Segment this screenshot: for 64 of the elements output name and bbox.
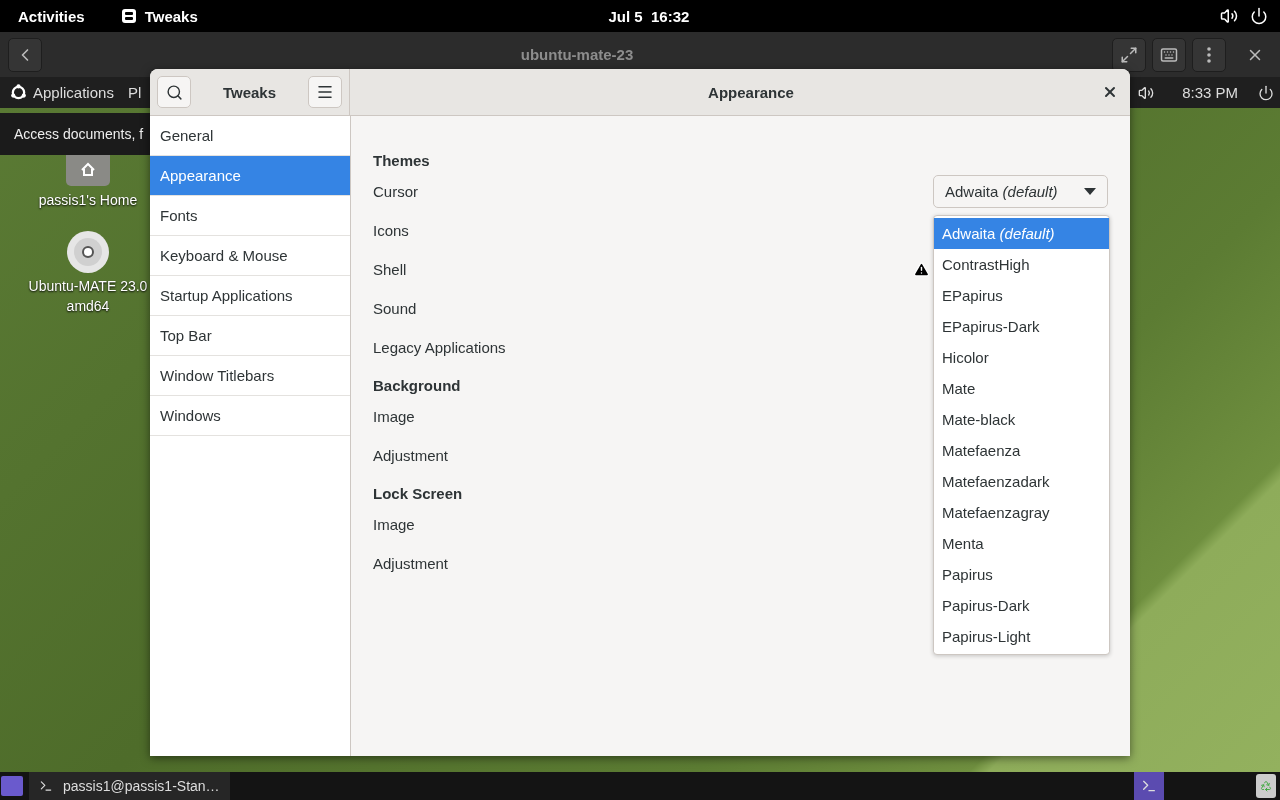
app-icon — [120, 8, 137, 24]
menu-item[interactable]: Matefaenzagray — [934, 497, 1109, 528]
setting-label: Adjustment — [373, 555, 449, 572]
menu-item[interactable]: Hicolor — [934, 342, 1109, 373]
menu-logo-icon — [10, 84, 27, 101]
setting-label: Sound — [373, 300, 417, 317]
menu-item[interactable]: Papirus — [934, 559, 1109, 590]
menu-item[interactable]: EPapirus — [934, 280, 1109, 311]
setting-label: Image — [373, 516, 415, 533]
close-icon — [1102, 84, 1118, 100]
disc-icon[interactable] — [66, 230, 110, 274]
power-icon[interactable] — [1258, 84, 1274, 101]
setting-label: Legacy Applications — [373, 339, 506, 356]
search-icon — [165, 83, 183, 101]
terminal-button[interactable] — [1134, 772, 1164, 800]
keyboard-button[interactable] — [1152, 37, 1186, 72]
clock[interactable]: Jul 5 16:32 — [197, 7, 1220, 25]
warning-icon — [913, 261, 930, 278]
panel-menu[interactable]: Pl — [127, 84, 142, 101]
setting-label: Cursor — [373, 183, 418, 200]
section-title: Lock Screen — [373, 483, 463, 504]
menu-item[interactable]: Papirus-Dark — [934, 590, 1109, 621]
volume-icon[interactable] — [1138, 84, 1155, 101]
more-icon — [1207, 46, 1211, 63]
icon-label: amd64 — [66, 298, 110, 314]
terminal-icon — [1141, 778, 1157, 794]
app-title: Tweaks — [222, 83, 277, 101]
task-button[interactable]: passis1@passis1-Stan… — [29, 772, 230, 800]
window-title: ubuntu-mate-23 — [519, 46, 635, 63]
section-title: Background — [373, 375, 461, 396]
terminal-icon — [39, 779, 53, 793]
search-button[interactable] — [157, 76, 191, 108]
panel-menu[interactable]: Applications — [33, 84, 114, 101]
app-menu[interactable]: Tweaks — [144, 7, 198, 25]
volume-icon[interactable] — [1220, 7, 1238, 25]
setting-label: Adjustment — [373, 447, 449, 464]
caret-icon — [1084, 188, 1096, 195]
recycle-icon — [1260, 780, 1272, 792]
menu-item[interactable]: Matefaenza — [934, 435, 1109, 466]
sidebar-item[interactable]: Appearance — [150, 156, 350, 196]
keyboard-icon — [1160, 45, 1178, 64]
menu-item[interactable]: Mate — [934, 373, 1109, 404]
menu-item[interactable]: EPapirus-Dark — [934, 311, 1109, 342]
setting-label: Icons — [373, 222, 409, 239]
fullscreen-button[interactable] — [1112, 37, 1146, 72]
icon-label: Ubuntu-MATE 23.0 — [28, 278, 148, 294]
menu-item[interactable]: ContrastHigh — [934, 249, 1109, 280]
clock[interactable]: 8:33 PM — [1182, 84, 1238, 101]
close-button[interactable] — [1102, 84, 1118, 100]
activities-button[interactable]: Activities — [18, 7, 85, 25]
menu-item[interactable]: Papirus-Light — [934, 621, 1109, 652]
section-title: Themes — [373, 150, 430, 171]
menu-item[interactable]: Menta — [934, 528, 1109, 559]
icon-label: passis1's Home — [38, 192, 138, 208]
menu-icon — [316, 83, 334, 101]
page-title: Appearance — [707, 83, 795, 101]
power-icon[interactable] — [1250, 7, 1268, 25]
theme-dropdown[interactable]: Adwaita (default) — [933, 175, 1108, 208]
menu-item[interactable]: Matefaenzadark — [934, 466, 1109, 497]
menu-item[interactable]: Adwaita (default) — [934, 218, 1109, 249]
menu-item[interactable]: Mate-black — [934, 404, 1109, 435]
setting-label: Shell — [373, 261, 407, 278]
setting-label: Image — [373, 408, 415, 425]
fullscreen-icon — [1120, 45, 1138, 64]
